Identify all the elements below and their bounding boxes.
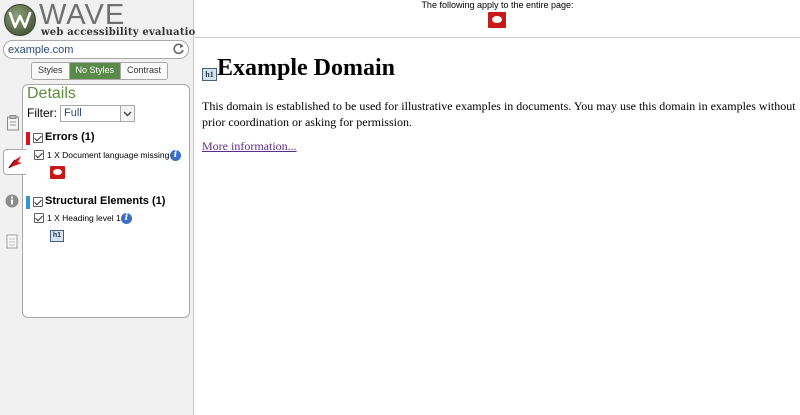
errors-category-title: Errors (1): [45, 131, 95, 143]
info-icon[interactable]: i: [170, 150, 181, 161]
error-speech-bubble-icon[interactable]: [488, 12, 506, 28]
tab-structure[interactable]: [4, 233, 22, 253]
structure-category-title: Structural Elements (1): [45, 195, 166, 207]
more-information-link[interactable]: More information...: [202, 139, 297, 154]
wave-logo: WAVE web accessibility evaluation tool: [4, 0, 229, 38]
tab-reference[interactable]: [4, 193, 22, 213]
error-speech-bubble-icon[interactable]: [50, 166, 65, 179]
heading-level-item: 1 X Heading level 1: [47, 213, 121, 223]
document-language-item: 1 X Document language missing: [47, 150, 170, 160]
structure-category-checkbox[interactable]: [33, 197, 43, 207]
filter-select[interactable]: Full: [60, 105, 135, 122]
errors-category-checkbox[interactable]: [33, 133, 43, 143]
page-paragraph: This domain is established to be used fo…: [202, 99, 796, 129]
page-title: Example Domain: [217, 55, 396, 81]
info-circle-icon: [5, 194, 19, 208]
info-icon[interactable]: i: [121, 213, 132, 224]
flag-icon: [8, 156, 22, 169]
contrast-button[interactable]: Contrast: [121, 63, 168, 79]
tab-summary[interactable]: [4, 114, 22, 134]
heading-level-checkbox[interactable]: [34, 213, 44, 223]
banner-text: The following apply to the entire page:: [421, 0, 574, 10]
styles-button[interactable]: Styles: [32, 63, 70, 79]
h1-badge-icon[interactable]: h1: [202, 68, 217, 81]
details-panel: Details Filter: Full Errors (1) 1 X Docu…: [22, 84, 190, 318]
document-icon: [6, 234, 18, 249]
details-title: Details: [27, 85, 76, 102]
wave-logo-icon: [4, 4, 36, 36]
filter-selected-value: Full: [64, 107, 82, 119]
document-language-checkbox[interactable]: [34, 150, 44, 160]
wave-sidebar: WAVE web accessibility evaluation tool S…: [0, 0, 229, 415]
chevron-down-icon[interactable]: [120, 106, 134, 121]
clipboard-icon: [7, 115, 19, 131]
structure-color-bar: [26, 196, 30, 209]
errors-color-bar: [26, 132, 30, 145]
page-level-banner: The following apply to the entire page:: [195, 0, 800, 38]
filter-label: Filter:: [27, 106, 57, 120]
view-toggle: Styles No Styles Contrast: [31, 62, 169, 80]
url-input[interactable]: [8, 42, 168, 57]
tab-details[interactable]: [3, 149, 26, 175]
evaluated-page-content: h1 Example Domain This domain is establi…: [195, 38, 800, 415]
h1-badge-icon[interactable]: h1: [50, 230, 64, 242]
no-styles-button[interactable]: No Styles: [69, 63, 122, 79]
refresh-icon[interactable]: [172, 42, 185, 61]
url-bar: [3, 40, 189, 59]
